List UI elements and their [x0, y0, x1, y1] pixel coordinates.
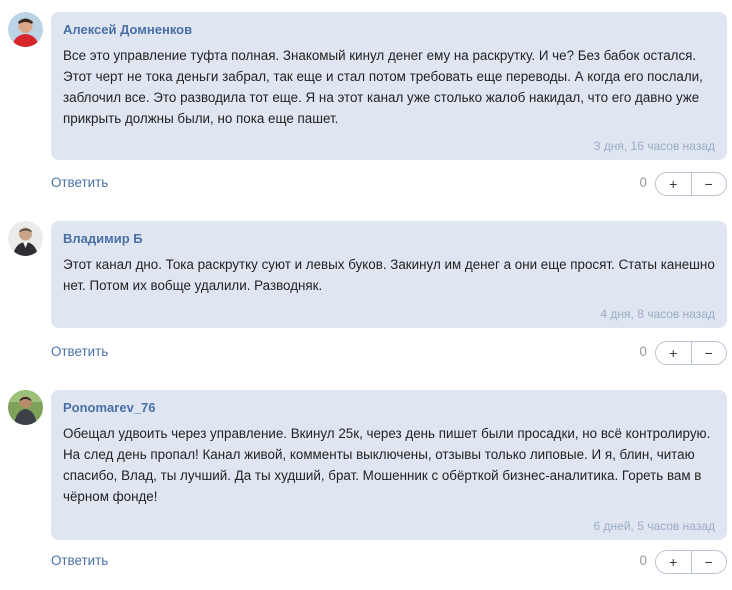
comment-author[interactable]: Владимир Б — [63, 230, 715, 248]
downvote-button[interactable]: − — [690, 342, 726, 364]
vote-score: 0 — [639, 344, 647, 359]
vote-controls: + − — [655, 172, 727, 196]
avatar-outdoor-icon — [8, 390, 43, 425]
reply-button[interactable]: Ответить — [51, 344, 108, 359]
comment-bubble: Владимир Б Этот канал дно. Тока раскрутк… — [51, 221, 727, 328]
comment-date: 3 дня, 16 часов назад — [593, 139, 715, 153]
comment-text: Этот канал дно. Тока раскрутку суют и ле… — [63, 257, 715, 293]
vote-score: 0 — [639, 175, 647, 190]
reply-button[interactable]: Ответить — [51, 553, 108, 568]
reply-button[interactable]: Ответить — [51, 175, 108, 190]
upvote-button[interactable]: + — [656, 173, 691, 195]
comment-author[interactable]: Ponomarev_76 — [63, 399, 715, 417]
comment-author[interactable]: Алексей Домненков — [63, 21, 715, 39]
comment-date: 6 дней, 5 часов назад — [593, 519, 715, 533]
avatar-red-shirt-icon — [8, 12, 43, 47]
comment-actions: Ответить 0 + − — [51, 172, 727, 196]
user-avatar[interactable] — [8, 390, 43, 425]
comment-bubble: Алексей Домненков Все это управление туф… — [51, 12, 727, 160]
user-avatar[interactable] — [8, 12, 43, 47]
downvote-button[interactable]: − — [690, 173, 726, 195]
comment-bubble: Ponomarev_76 Обещал удвоить через управл… — [51, 390, 727, 540]
vote-controls: + − — [655, 341, 727, 365]
upvote-button[interactable]: + — [656, 551, 691, 573]
user-avatar[interactable] — [8, 221, 43, 256]
downvote-button[interactable]: − — [690, 551, 726, 573]
comment-actions: Ответить 0 + − — [51, 550, 727, 574]
vote-score: 0 — [639, 553, 647, 568]
comment-text: Обещал удвоить через управление. Вкинул … — [63, 426, 711, 504]
avatar-photo-icon — [8, 221, 43, 256]
comment-actions: Ответить 0 + − — [51, 341, 727, 365]
upvote-button[interactable]: + — [656, 342, 691, 364]
vote-controls: + − — [655, 550, 727, 574]
comment-text: Все это управление туфта полная. Знакомы… — [63, 48, 703, 126]
comment-date: 4 дня, 8 часов назад — [600, 307, 715, 321]
